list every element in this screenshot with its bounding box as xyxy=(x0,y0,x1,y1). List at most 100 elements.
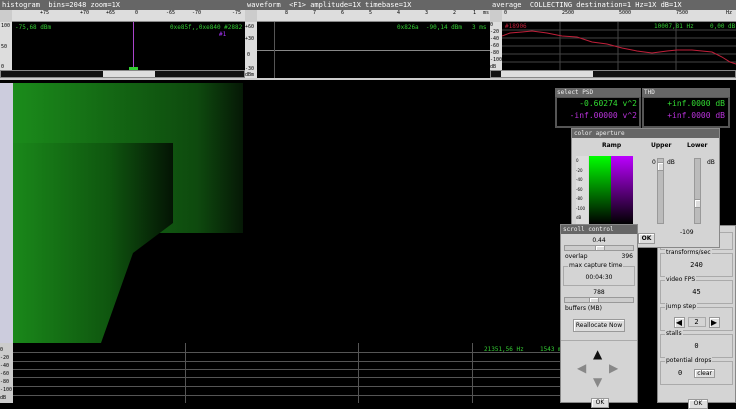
ytick: +30 xyxy=(245,36,255,42)
select-psd-panel: select PSD -0.60274 v^2 -inf.00000 v^2 xyxy=(555,88,641,128)
thd-title: THD xyxy=(642,88,730,97)
strip-yaxis: 0 -20 -40 -60 -80 -100 dB xyxy=(0,343,13,403)
upper-value: 0 xyxy=(652,159,656,166)
tick: Hz xyxy=(726,10,733,16)
upper-unit: dB xyxy=(667,159,675,166)
tick: 0 xyxy=(504,10,508,16)
ytick: dBm xyxy=(245,72,255,78)
histogram-range: 0xe85f,,0xe840 #2882 xyxy=(170,24,243,31)
ramp-axis: 0 -20 -40 -60 -80 -100 dB xyxy=(576,156,588,224)
ytick: 0 xyxy=(247,52,251,58)
ytick: 100 xyxy=(1,23,11,29)
average-trace xyxy=(502,30,736,65)
upper-slider[interactable] xyxy=(657,158,664,224)
thd-value-2: +inf.0000 dB xyxy=(667,111,725,120)
stats-panel: 3745 transforms/sec240 video FPS45 jump … xyxy=(657,225,736,409)
average-freq: 10007,81 Hz xyxy=(654,23,694,30)
jump-right-button[interactable]: ▶ xyxy=(708,316,720,328)
tick: +70 xyxy=(80,10,90,16)
overlap-value: 396 xyxy=(621,253,633,260)
ramp-green xyxy=(589,156,611,224)
spectrogram[interactable] xyxy=(13,83,555,343)
clear-button[interactable]: clear xyxy=(694,369,716,378)
spectrogram-axis xyxy=(0,83,13,343)
ytick: +60 xyxy=(245,24,255,30)
histogram-peak xyxy=(133,22,134,70)
tick: +75 xyxy=(40,10,50,16)
tick: 2 xyxy=(453,10,457,16)
ramp-purple xyxy=(611,156,633,224)
stalls-label: stalls xyxy=(665,330,683,337)
tick: 0 xyxy=(135,10,139,16)
fps-label: video FPS xyxy=(665,276,697,283)
tick: +65 xyxy=(106,10,116,16)
jump-left-button[interactable]: ◀ xyxy=(673,316,685,328)
overlap-slider[interactable] xyxy=(564,245,634,251)
right-arrow-icon[interactable]: ▶ xyxy=(609,361,618,375)
overlap-label: overlap xyxy=(565,253,588,260)
average-yaxis: 0 -20 -40 -60 -80 -100 dB xyxy=(490,22,503,70)
buffers-value: 788 xyxy=(593,289,605,296)
max-capture-label: max capture time xyxy=(568,262,624,269)
histogram-level: -75,68 dBm xyxy=(15,24,52,31)
up-arrow-icon[interactable]: ▲ xyxy=(593,347,602,361)
tick: 3 xyxy=(425,10,429,16)
histogram-marker: #1 xyxy=(219,31,227,38)
buffers-label: buffers (MB) xyxy=(565,305,602,312)
average-title: average COLLECTING destination=1 Hz=1X d… xyxy=(490,0,736,10)
waveform-panel: waveform <F1> amplitude=1X timebase=1X 8… xyxy=(245,0,490,80)
tick: 2500 xyxy=(562,10,575,16)
average-plot[interactable]: #18906 10007,81 Hz 0,00 dB xyxy=(502,22,736,70)
tick: -75 xyxy=(232,10,242,16)
upper-header: Upper xyxy=(651,142,672,149)
down-arrow-icon[interactable]: ▼ xyxy=(593,375,602,389)
lower-header: Lower xyxy=(687,142,708,149)
waveform-plot[interactable]: 0x826a -90,14 dBm 3 ms xyxy=(257,22,490,78)
drops-label: potential drops xyxy=(665,357,713,364)
thd-panel: THD +inf.0000 dB +inf.0000 dB xyxy=(642,88,730,128)
histogram-title: histogram bins=2048 zoom=1X xyxy=(0,0,245,10)
scroll-control-dialog: scroll control 0.44 overlap 396 max captu… xyxy=(560,224,638,408)
waveform-title: waveform <F1> amplitude=1X timebase=1X xyxy=(245,0,490,10)
overlap-slider-value: 0.44 xyxy=(592,237,606,244)
scroll-control-title: scroll control xyxy=(561,225,637,234)
lower-unit: dB xyxy=(707,159,715,166)
average-level: 0,00 dB xyxy=(710,23,736,30)
lower-value: -109 xyxy=(680,229,694,236)
color-aperture-title: color aperture xyxy=(572,129,719,138)
color-aperture-ok-button[interactable]: OK xyxy=(638,233,655,244)
average-marker: #18906 xyxy=(505,23,527,30)
transforms-label: transforms/sec xyxy=(665,249,712,256)
spectrum-strip: 0 -20 -40 -60 -80 -100 dB 21351,56 Hz 1543 ms xyxy=(0,343,565,403)
waveform-time: 3 ms xyxy=(472,24,487,31)
scroll-control-ok-button[interactable]: OK xyxy=(591,398,609,408)
tick: 1 xyxy=(473,10,477,16)
reallocate-button[interactable]: Reallocate Now xyxy=(573,319,625,332)
psd-value-1: -0.60274 v^2 xyxy=(579,99,637,108)
drops-value: 0 xyxy=(677,369,683,377)
tick: 7500 xyxy=(676,10,689,16)
histogram-plot[interactable]: -75,68 dBm 0xe85f,,0xe840 #2882 #1 xyxy=(12,22,245,70)
jump-value[interactable]: 2 xyxy=(687,317,706,327)
max-capture-value: 00:04:30 xyxy=(585,274,613,281)
fps-value: 45 xyxy=(692,288,701,296)
histogram-panel: histogram bins=2048 zoom=1X +75 +70 +65 … xyxy=(0,0,245,80)
average-panel: average COLLECTING destination=1 Hz=1X d… xyxy=(490,0,736,80)
thd-value-1: +inf.0000 dB xyxy=(667,99,725,108)
tick: 5000 xyxy=(619,10,632,16)
buffers-slider[interactable] xyxy=(564,297,634,303)
average-scrollbar[interactable] xyxy=(490,70,736,78)
stats-ok-button[interactable]: OK xyxy=(688,399,708,409)
tick: 6 xyxy=(341,10,345,16)
waveform-ruler: 8 7 6 5 4 3 2 1 ms xyxy=(257,10,490,22)
strip-freq: 21351,56 Hz xyxy=(484,346,524,353)
tick: -70 xyxy=(192,10,202,16)
histogram-scrollbar[interactable] xyxy=(0,70,245,78)
tick: 7 xyxy=(313,10,317,16)
left-arrow-icon[interactable]: ◀ xyxy=(577,361,586,375)
select-psd-title: select PSD xyxy=(555,88,641,97)
lower-slider[interactable] xyxy=(694,158,701,224)
tick: ms xyxy=(483,10,490,16)
ytick: 50 xyxy=(1,44,8,50)
tick: 8 xyxy=(285,10,289,16)
